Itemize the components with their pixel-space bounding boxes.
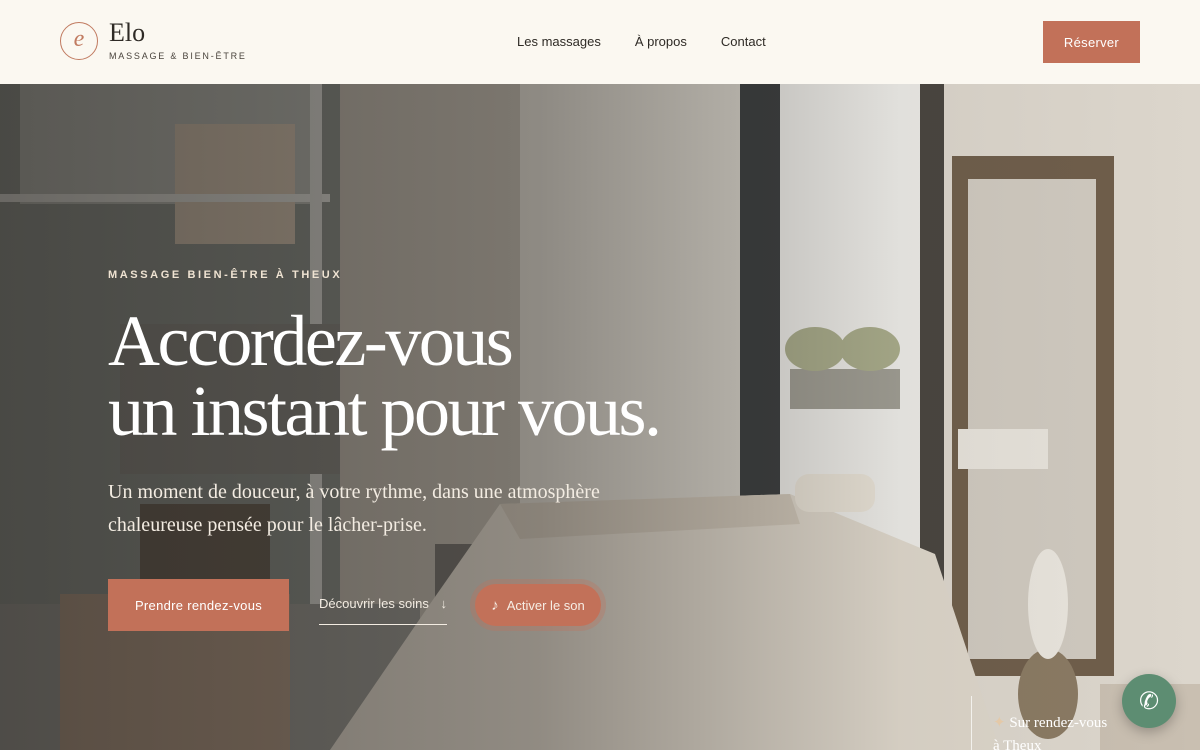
- logo-text: Elo MASSAGE & BIEN-ÊTRE: [109, 18, 247, 62]
- nav-item-about[interactable]: À propos: [635, 34, 687, 49]
- nav-item-contact[interactable]: Contact: [721, 34, 766, 49]
- hero-title-line-1: Accordez-vous: [108, 301, 514, 381]
- appointment-label: Sur rendez-vous: [1009, 715, 1108, 731]
- hero-title: Accordez-vous un instant pour vous.: [108, 301, 662, 451]
- appointment-line-1: ✦ Sur rendez-vous: [993, 712, 1107, 735]
- nav-item-massages[interactable]: Les massages: [517, 34, 601, 49]
- hero-title-line-2: un instant pour vous.: [108, 371, 662, 451]
- discover-treatments-link[interactable]: Découvrir les soins ↓: [319, 596, 447, 625]
- phone-icon: ✆: [1138, 687, 1160, 715]
- hero-eyebrow: MASSAGE BIEN-ÊTRE À THEUX: [108, 269, 343, 281]
- main-nav: Les massages À propos Contact: [517, 34, 766, 49]
- brand-tagline: MASSAGE & BIEN-ÊTRE: [109, 51, 247, 61]
- hero-subtitle: Un moment de douceur, à votre rythme, da…: [108, 481, 600, 536]
- arrow-down-icon: ↓: [440, 596, 448, 611]
- hero-section: MASSAGE BIEN-ÊTRE À THEUX Accordez-vous …: [0, 84, 1200, 750]
- logo[interactable]: e Elo MASSAGE & BIEN-ÊTRE: [60, 20, 247, 61]
- appointment-note: ✦ Sur rendez-vous à Theux: [971, 696, 1107, 750]
- enable-sound-button[interactable]: ♪ Activer le son: [475, 584, 601, 626]
- logo-mark-icon: e: [60, 21, 98, 60]
- music-note-icon: ♪: [491, 596, 499, 614]
- site-header: e Elo MASSAGE & BIEN-ÊTRE Les massages À…: [0, 0, 1200, 84]
- book-button[interactable]: Réserver: [1043, 21, 1140, 63]
- appointment-line-2: à Theux: [993, 738, 1042, 750]
- brand-name: Elo: [109, 18, 146, 47]
- book-appointment-button[interactable]: Prendre rendez-vous: [108, 579, 289, 631]
- sparkle-icon: ✦: [993, 715, 1006, 731]
- phone-call-button[interactable]: ✆: [1122, 674, 1176, 728]
- discover-label: Découvrir les soins: [319, 596, 429, 611]
- sound-label: Activer le son: [506, 597, 585, 613]
